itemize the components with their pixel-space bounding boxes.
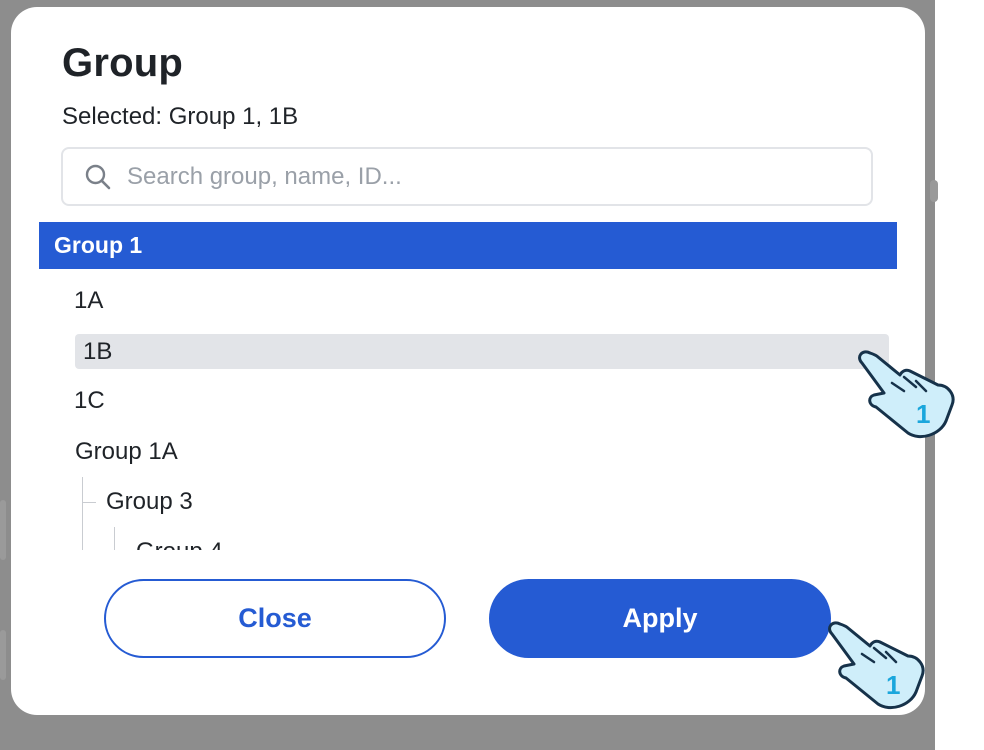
tree-connector bbox=[114, 527, 115, 550]
tree-item-1b-selected[interactable]: 1B bbox=[75, 334, 889, 369]
tree-item-group-3[interactable]: Group 3 bbox=[106, 484, 193, 520]
background-fragment bbox=[0, 630, 6, 680]
tree-connector bbox=[82, 477, 83, 550]
group-dialog: Group Selected: Group 1, 1B Group 1 1A 1… bbox=[11, 7, 925, 715]
search-input[interactable] bbox=[127, 162, 827, 191]
background-fragment bbox=[930, 180, 938, 202]
group-tree: Group 1 1A 1B 1C Group 1A Group 3 Group … bbox=[39, 222, 897, 550]
tree-connector bbox=[82, 502, 96, 503]
search-box[interactable] bbox=[61, 147, 873, 206]
tree-group-header[interactable]: Group 1 bbox=[39, 222, 897, 269]
tree-item-group-1a[interactable]: Group 1A bbox=[75, 434, 178, 470]
search-icon bbox=[85, 164, 111, 189]
background-fragment bbox=[0, 500, 6, 560]
close-button[interactable]: Close bbox=[104, 579, 446, 658]
tree-item-group-4[interactable]: Group 4 bbox=[136, 534, 223, 550]
tree-item-1a[interactable]: 1A bbox=[74, 283, 103, 319]
apply-button[interactable]: Apply bbox=[489, 579, 831, 658]
selected-summary: Selected: Group 1, 1B bbox=[62, 103, 299, 130]
dialog-title: Group bbox=[62, 41, 183, 85]
tree-item-1c[interactable]: 1C bbox=[74, 383, 105, 419]
